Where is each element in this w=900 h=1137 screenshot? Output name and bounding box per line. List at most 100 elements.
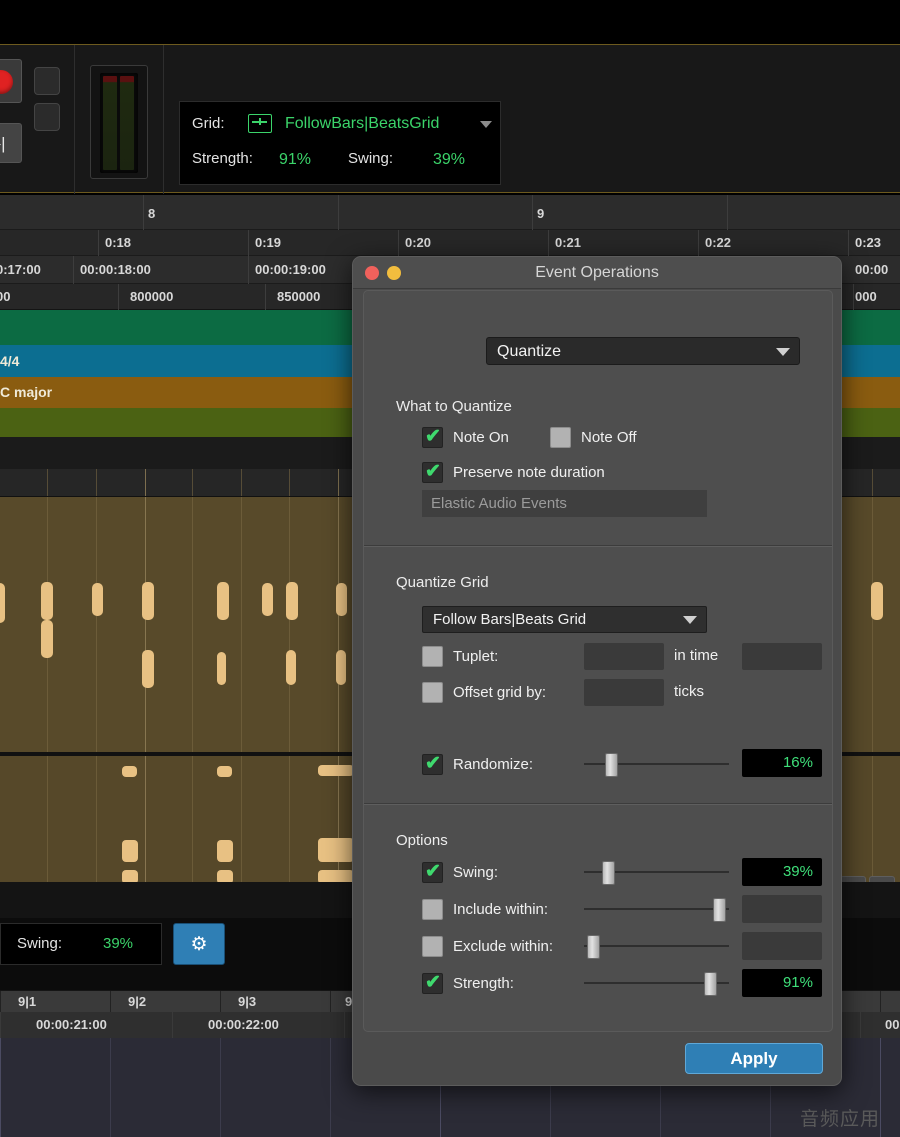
option-slider[interactable] — [584, 861, 729, 883]
dialog-titlebar[interactable]: Event Operations — [353, 257, 841, 289]
option-checkbox[interactable] — [422, 936, 443, 957]
ruler-tick — [110, 991, 111, 1013]
chevron-down-icon — [683, 616, 697, 624]
offset-grid-value-field[interactable] — [584, 679, 664, 706]
apply-button[interactable]: Apply — [685, 1043, 823, 1074]
randomize-value-field[interactable]: 16% — [742, 749, 822, 777]
option-value-field[interactable] — [742, 932, 822, 960]
velocity-marker[interactable] — [122, 840, 138, 862]
midi-note[interactable] — [262, 583, 273, 616]
ruler-minutes-seconds[interactable]: 0:180:190:200:210:220:23 — [0, 230, 900, 256]
level-meter-left — [103, 76, 117, 170]
chevron-down-icon[interactable] — [480, 121, 492, 128]
randomize-slider[interactable] — [584, 753, 729, 775]
status-settings-button[interactable]: ⚙ — [173, 923, 225, 965]
midi-note[interactable] — [0, 583, 5, 623]
go-to-end-button[interactable]: ▶| — [0, 123, 22, 163]
grid-line — [145, 756, 146, 882]
tuplet-checkbox[interactable] — [422, 646, 443, 667]
velocity-marker[interactable] — [122, 766, 137, 777]
strength-label: Strength: — [192, 142, 253, 176]
operation-select-value: Quantize — [497, 338, 561, 365]
timeline-grid-line — [110, 1038, 111, 1137]
midi-note[interactable] — [217, 582, 229, 620]
ruler-label: 0:20 — [405, 235, 431, 250]
midi-note[interactable] — [41, 620, 53, 658]
option-slider[interactable] — [584, 935, 729, 957]
quantize-grid-select[interactable]: Follow Bars|Beats Grid — [422, 606, 707, 633]
grid-row: Grid: FollowBars|BeatsGrid — [180, 107, 500, 141]
offset-grid-checkbox[interactable] — [422, 682, 443, 703]
transport-extra-button-2[interactable] — [34, 103, 60, 131]
velocity-marker[interactable] — [318, 765, 354, 776]
option-value-field[interactable]: 39% — [742, 858, 822, 886]
slider-thumb[interactable] — [605, 753, 618, 777]
midi-note[interactable] — [336, 650, 346, 685]
grid-line — [145, 497, 146, 752]
slider-thumb[interactable] — [587, 935, 600, 959]
midi-note[interactable] — [41, 582, 53, 620]
preserve-note-duration-checkbox[interactable] — [422, 462, 443, 483]
transport-extra-button-1[interactable] — [34, 67, 60, 95]
timeline-grid-line — [0, 1038, 1, 1137]
grid-line — [872, 469, 873, 496]
midi-note[interactable] — [286, 650, 296, 685]
slider-track — [584, 908, 729, 910]
randomize-checkbox[interactable] — [422, 754, 443, 775]
swing-label: Swing: — [348, 142, 393, 176]
bottom-timecode-label: 00:00:21:00 — [36, 1017, 107, 1032]
option-checkbox[interactable] — [422, 899, 443, 920]
velocity-marker[interactable] — [217, 840, 233, 862]
ruler-label: 9 — [537, 206, 544, 221]
note-on-checkbox[interactable] — [422, 427, 443, 448]
midi-note[interactable] — [217, 652, 226, 685]
grid-line — [192, 497, 193, 752]
grid-icon — [248, 114, 272, 133]
grid-line — [872, 756, 873, 882]
grid-value[interactable]: FollowBars|BeatsGrid — [285, 107, 439, 141]
option-value-field[interactable]: 91% — [742, 969, 822, 997]
ruler-label: 850000 — [277, 289, 320, 304]
option-slider[interactable] — [584, 972, 729, 994]
slider-thumb[interactable] — [713, 898, 726, 922]
slider-thumb[interactable] — [602, 861, 615, 885]
operation-select[interactable]: Quantize — [486, 337, 800, 365]
midi-note[interactable] — [92, 583, 103, 616]
midi-note[interactable] — [871, 582, 883, 620]
tuplet-in-time-field[interactable] — [742, 643, 822, 670]
strength-value[interactable]: 91% — [279, 142, 311, 178]
option-checkbox[interactable] — [422, 973, 443, 994]
midi-note[interactable] — [286, 582, 298, 620]
grid-line — [96, 469, 97, 496]
option-slider[interactable] — [584, 898, 729, 920]
swing-value[interactable]: 39% — [433, 142, 465, 178]
dialog-footer: Apply — [353, 1031, 841, 1085]
midi-note[interactable] — [142, 650, 154, 688]
tuplet-value-field[interactable] — [584, 643, 664, 670]
stripe-label: 4/4 — [0, 345, 19, 377]
ruler-tick — [344, 1012, 345, 1038]
grid-line — [96, 497, 97, 752]
ruler-tick — [698, 230, 699, 256]
option-value-field[interactable] — [742, 895, 822, 923]
grid-line — [47, 469, 48, 496]
grid-readout-panel[interactable]: Grid: FollowBars|BeatsGrid Strength: 91%… — [179, 101, 501, 185]
record-button[interactable] — [0, 59, 22, 103]
velocity-marker[interactable] — [217, 766, 232, 777]
swing-value[interactable]: 39% — [103, 924, 133, 964]
swing-readout[interactable]: Swing: 39% — [0, 923, 162, 965]
velocity-marker[interactable] — [318, 838, 354, 862]
midi-note[interactable] — [142, 582, 154, 620]
ruler-tick — [98, 230, 99, 256]
chevron-down-icon — [776, 348, 790, 356]
ruler-bars-beats[interactable]: 89 — [0, 195, 900, 230]
timeline-grid-line — [220, 1038, 221, 1137]
elastic-audio-events-field[interactable]: Elastic Audio Events — [422, 490, 707, 517]
note-off-checkbox[interactable] — [550, 427, 571, 448]
slider-thumb[interactable] — [704, 972, 717, 996]
option-checkbox[interactable] — [422, 862, 443, 883]
ruler-tick — [248, 256, 249, 284]
offset-grid-label: Offset grid by: — [453, 682, 546, 703]
ruler-tick — [548, 230, 549, 256]
midi-note[interactable] — [336, 583, 347, 616]
